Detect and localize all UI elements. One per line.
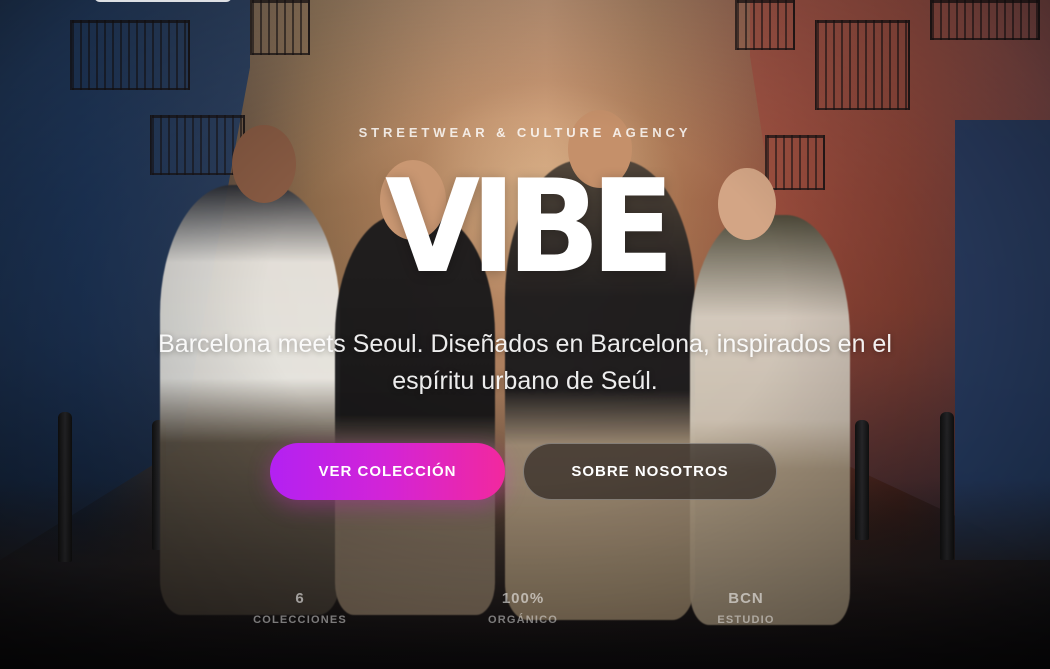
- about-us-button[interactable]: SOBRE NOSOTROS: [523, 443, 777, 500]
- stat-collections: 6 COLECCIONES: [220, 588, 380, 628]
- hero-content: STREETWEAR & CULTURE AGENCY VIBE Barcelo…: [0, 0, 1050, 669]
- hero-title: VIBE: [384, 153, 675, 302]
- stat-label: ORGÁNICO: [487, 614, 559, 626]
- view-collection-button-label: VER COLECCIÓN: [318, 463, 457, 480]
- stat-label: COLECCIONES: [253, 614, 347, 626]
- stat-value: 6: [295, 590, 305, 607]
- about-us-button-label: SOBRE NOSOTROS: [571, 463, 729, 480]
- stat-organic: 100% ORGÁNICO: [443, 588, 603, 628]
- hero-eyebrow: STREETWEAR & CULTURE AGENCY: [358, 125, 692, 140]
- hero-section: STREETWEAR & CULTURE AGENCY VIBE Barcelo…: [0, 0, 1050, 669]
- stat-label: ESTUDIO: [717, 614, 775, 626]
- stat-studio: BCN ESTUDIO: [666, 588, 826, 628]
- view-collection-button[interactable]: VER COLECCIÓN: [270, 443, 505, 500]
- stat-value: 100%: [501, 590, 545, 607]
- hero-subtitle: Barcelona meets Seoul. Diseñados en Barc…: [158, 330, 892, 395]
- stat-value: BCN: [728, 590, 764, 607]
